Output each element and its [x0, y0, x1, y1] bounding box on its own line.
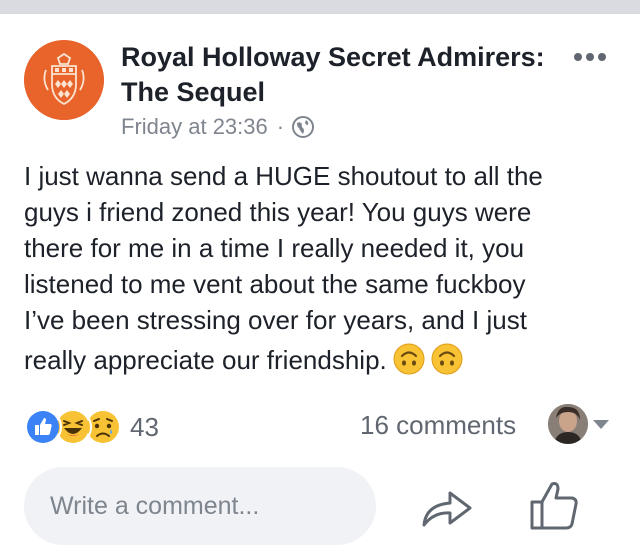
post-line-last: really appreciate our friendship.: [24, 342, 624, 378]
post-line: I’ve been stressing over for years, and …: [24, 305, 527, 335]
post-line: guys i friend zoned this year! You guys …: [24, 197, 532, 227]
post-line: listened to me vent about the same fuckb…: [24, 269, 526, 299]
more-options-icon[interactable]: [574, 48, 610, 66]
comment-input[interactable]: Write a comment...: [24, 467, 376, 545]
post-meta: Friday at 23:36 ·: [121, 114, 315, 140]
post-body: I just wanna send a HUGE shoutout to all…: [24, 158, 624, 378]
comments-count-link[interactable]: 16 comments: [360, 410, 516, 441]
post-timestamp[interactable]: Friday at 23:36: [121, 114, 268, 140]
post-line: I just wanna send a HUGE shoutout to all…: [24, 161, 543, 191]
upside-down-face-icon: [393, 343, 425, 375]
page-avatar[interactable]: [24, 40, 104, 120]
reactions-summary[interactable]: 43: [24, 408, 159, 446]
upside-down-face-icon: [431, 343, 463, 375]
chevron-down-icon[interactable]: [593, 420, 609, 429]
like-reaction-icon: [24, 408, 62, 446]
page-title[interactable]: Royal Holloway Secret Admirers: The Sequ…: [121, 40, 561, 110]
commenter-avatar[interactable]: [548, 404, 588, 444]
thumbs-up-icon[interactable]: [528, 478, 580, 532]
post-line: really appreciate our friendship.: [24, 345, 387, 375]
post-line: there for me in a time I really needed i…: [24, 233, 525, 263]
globe-icon: [292, 116, 315, 138]
share-icon[interactable]: [420, 483, 474, 531]
reaction-count: 43: [130, 411, 159, 442]
crest-logo: [24, 40, 104, 120]
top-bar: [0, 0, 640, 14]
meta-separator: ·: [276, 114, 285, 139]
